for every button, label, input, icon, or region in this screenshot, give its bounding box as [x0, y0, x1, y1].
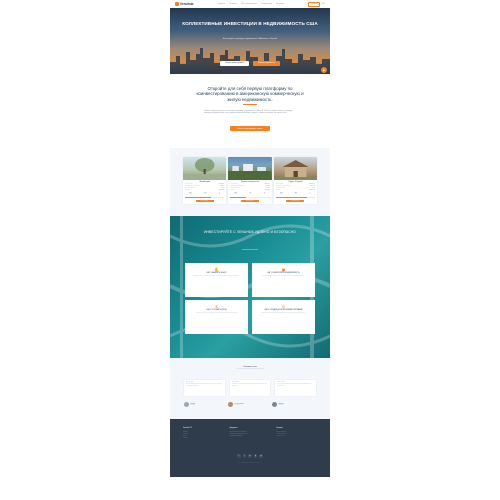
twitter-icon[interactable]: t	[242, 454, 247, 458]
reviews-subtitle: Что говорят наши инвесторы о работе с Ve…	[236, 369, 264, 371]
intro-text: Venuhub открывает доступ к инвестициям в…	[204, 110, 293, 115]
funding-progress-bar	[185, 196, 225, 198]
step-card: $ Шаг 3. Получайте доход Получайте регул…	[185, 300, 248, 335]
property-image	[273, 156, 317, 180]
instagram-icon[interactable]: ig	[253, 454, 258, 458]
logo-mark-icon	[175, 2, 179, 6]
funding-progress-bar	[230, 196, 270, 198]
menu-item-how-it-works[interactable]: Как это работает	[241, 3, 257, 5]
step-text: Изучите доступные объекты и выберите под…	[193, 276, 240, 278]
section-divider	[242, 249, 258, 251]
hero-subtitle: Инвестируйте в доходную недвижимость США…	[222, 38, 278, 40]
landing-page: Venuhub Главная Объекты Как это работает…	[170, 0, 330, 500]
funding-progress-fill	[230, 196, 247, 198]
review-author: Дмитрий Инвестор	[272, 402, 316, 408]
funding-progress-fill	[185, 196, 211, 198]
invest-button[interactable]: Инвестировать	[286, 199, 305, 203]
menu-item-about[interactable]: О компании	[261, 3, 272, 5]
property-image	[228, 156, 272, 180]
briefcase-icon: ▣	[281, 267, 286, 273]
funding-progress-fill	[275, 196, 308, 198]
step-card: ◎ Шаг 4. Продажа доли или реинвестирован…	[252, 300, 315, 335]
facebook-icon[interactable]: f	[237, 454, 241, 458]
footer-column-company: Venuhub LLC Главная Объекты О нас Контак…	[183, 428, 224, 477]
language-switch[interactable]: RU	[322, 3, 325, 5]
review-card: ★★★★★ Инвестирую уже второй год, доволен…	[229, 380, 271, 397]
invest-button[interactable]: Инвестировать	[240, 199, 259, 203]
footer-address: Miami, FL, USA	[276, 436, 285, 438]
logo[interactable]: Venuhub	[175, 2, 193, 6]
intro-divider	[243, 104, 257, 105]
review-author: Михаил Инвестор	[184, 402, 228, 408]
review-card: ★★★★★ Отличная платформа для начинающих …	[184, 380, 225, 397]
review-text: Инвестирую уже второй год, доволен доход…	[231, 384, 267, 387]
intro-section: Откройте для себя первую платформу по ко…	[170, 74, 330, 138]
hero-title: Коллективные инвестиции в недвижимость С…	[182, 21, 318, 26]
footer-column-contacts: Контакты info@venuhub.com +1 (305) 000-0…	[276, 428, 317, 477]
intro-title: Откройте для себя первую платформу по ко…	[196, 86, 304, 102]
hero-banner: Коллективные инвестиции в недвижимость С…	[170, 8, 330, 74]
review-text: Удобный личный кабинет и подробная инфор…	[277, 384, 312, 387]
copyright: © 2023 Venuhub. Все права защищены.	[240, 463, 260, 465]
intro-cta-button[interactable]: Начать инвестировать сейчас	[229, 126, 271, 132]
menu-item-home[interactable]: Главная	[217, 3, 225, 5]
invest-button[interactable]: Инвестировать	[195, 199, 214, 203]
youtube-icon[interactable]: yt	[259, 454, 263, 458]
step-card: ▣ Шаг 2. Инвестируйте в недвижимость Вне…	[252, 263, 315, 298]
menu-item-properties[interactable]: Объекты	[229, 3, 237, 5]
start-investing-button[interactable]: Начать инвестировать	[220, 61, 249, 66]
reviews-section: Отзывы о нас Что говорят наши инвесторы …	[170, 358, 330, 420]
review-text: Отличная платформа для начинающих инвест…	[186, 384, 223, 387]
properties-section: Жилой дом Цена объекта $1 200 000 Минимал…	[170, 147, 330, 217]
menu-item-contacts[interactable]: Контакты	[276, 3, 285, 5]
footer-column-documents: Документы Пользовательское соглашение По…	[230, 428, 271, 477]
footer-link[interactable]: Контакты	[183, 438, 224, 440]
funding-progress-bar	[275, 196, 315, 198]
play-video-icon[interactable]: ▶	[321, 67, 327, 73]
step-card: ✋ Шаг 1. Выберите объект Изучите доступн…	[185, 263, 248, 298]
how-it-works-section: Инвестируйте с Venuhub удобно и безопасн…	[170, 216, 330, 359]
login-button[interactable]: Войти	[308, 1, 321, 7]
footer-link[interactable]: Риски инвестирования	[230, 436, 271, 438]
property-card[interactable]: Земельный участок Цена объекта $850 000 М…	[228, 156, 272, 205]
check-icon: ◎	[281, 304, 286, 310]
step-text: Получайте регулярные выплаты от аренды п…	[195, 313, 238, 315]
review-authors: Михаил Инвестор Анна Соколова Инвестор Дми…	[184, 402, 316, 408]
hero-buttons: Начать инвестировать Зарегистрироваться	[170, 61, 330, 66]
review-card: ★★★★★ Удобный личный кабинет и подробная…	[275, 380, 317, 397]
register-button[interactable]: Зарегистрироваться	[252, 61, 280, 66]
avatar	[228, 402, 233, 408]
nav-actions: Войти RU	[308, 1, 325, 7]
top-navbar: Venuhub Главная Объекты Как это работает…	[170, 0, 330, 8]
step-text: Внесите средства онлайн и станьте совлад…	[262, 276, 305, 278]
property-card[interactable]: Жилой дом Цена объекта $1 200 000 Минимал…	[183, 156, 227, 205]
review-cards: ★★★★★ Отличная платформа для начинающих …	[184, 380, 317, 397]
property-card[interactable]: Отдел. Усадьба Цена объекта $2 400 000 Ми…	[273, 156, 317, 205]
review-author: Анна Соколова Инвестор	[228, 402, 272, 408]
main-menu: Главная Объекты Как это работает О компа…	[217, 3, 284, 5]
avatar	[184, 402, 189, 408]
avatar	[272, 402, 277, 408]
linkedin-icon[interactable]: in	[248, 454, 252, 458]
section-title: Инвестируйте с Venuhub удобно и безопасн…	[204, 230, 296, 235]
property-image	[183, 156, 227, 180]
city-skyline-image	[170, 48, 330, 74]
step-text: Продайте свою долю или реинвестируйте по…	[261, 313, 306, 315]
logo-text: Venuhub	[180, 2, 194, 6]
dollar-icon: $	[215, 304, 218, 310]
site-footer: Venuhub LLC Главная Объекты О нас Контак…	[170, 419, 330, 478]
social-links: f t in ig yt	[170, 454, 330, 458]
handshake-icon: ✋	[214, 267, 219, 273]
